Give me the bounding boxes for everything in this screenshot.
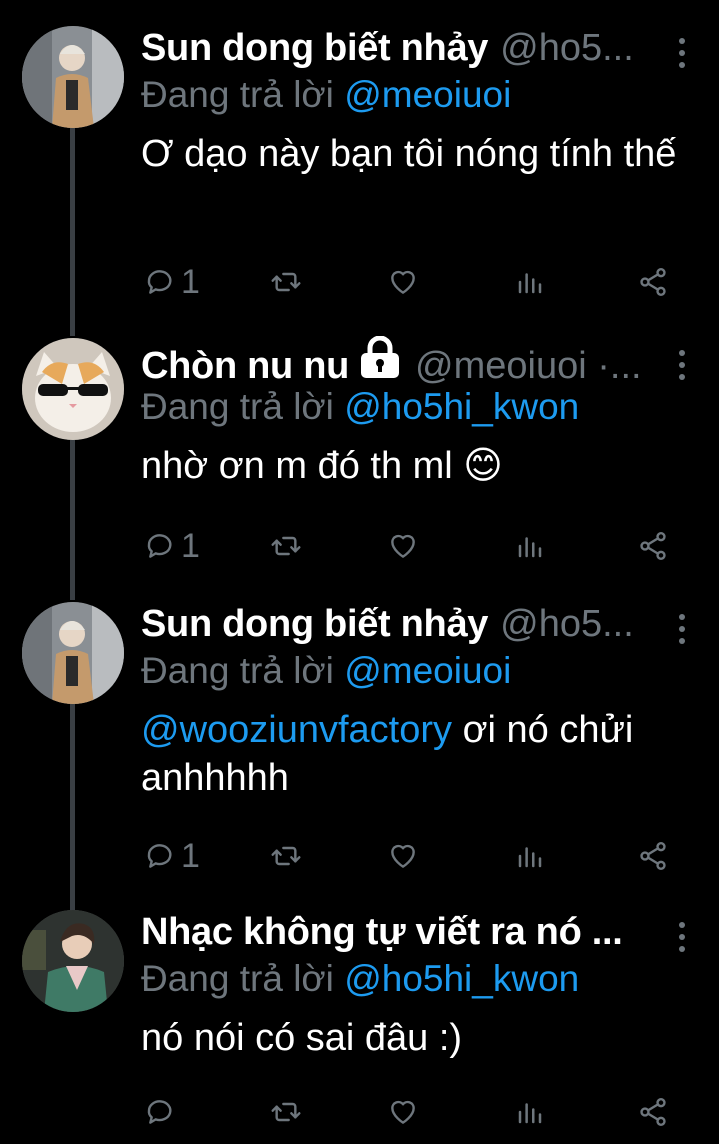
reply-mention-link[interactable]: @ho5hi_kwon xyxy=(344,386,579,427)
tweet-text: nó nói có sai đâu :) xyxy=(141,1014,719,1062)
like-icon xyxy=(391,844,415,868)
user-handle[interactable]: @meoiuoi ·... xyxy=(415,342,642,390)
tweet-text: nhờ ơn m đó th ml 😊 xyxy=(141,442,719,490)
lock-icon xyxy=(357,335,403,390)
replying-to: Đang trả lời @ho5hi_kwon xyxy=(141,384,719,430)
reply-thread: Sun dong biết nhảy @ho5... Đang trả lời … xyxy=(0,0,719,1144)
user-handle[interactable]: @ho5... xyxy=(500,600,634,648)
more-icon[interactable] xyxy=(675,38,689,68)
views-icon xyxy=(518,537,542,558)
reply-mention-link[interactable]: @meoiuoi xyxy=(344,650,511,691)
views-icon xyxy=(518,1103,542,1124)
tweet-text: @wooziunvfactory ơi nó chửi anhhhhh xyxy=(141,706,719,802)
display-name[interactable]: Nhạc không tự viết ra nó ... xyxy=(141,908,623,956)
tweet-header: Sun dong biết nhảy @ho5... xyxy=(141,24,719,72)
tweet[interactable]: Nhạc không tự viết ra nó ... Đang trả lờ… xyxy=(0,904,719,1144)
tweet-header: Sun dong biết nhảy @ho5... xyxy=(141,600,719,648)
reply-button[interactable] xyxy=(145,1092,181,1132)
like-button[interactable] xyxy=(387,836,419,876)
share-button[interactable] xyxy=(637,526,669,566)
tweet[interactable]: Sun dong biết nhảy @ho5... Đang trả lời … xyxy=(0,594,719,904)
share-button[interactable] xyxy=(637,262,669,302)
retweet-icon xyxy=(271,272,301,292)
views-icon xyxy=(518,847,542,868)
tweet[interactable]: Chòn nu nu @meoiuoi ·... Đang trả lời @h… xyxy=(0,330,719,594)
like-button[interactable] xyxy=(387,1092,419,1132)
reply-prefix: Đang trả lời xyxy=(141,386,334,427)
retweet-button[interactable] xyxy=(269,836,303,876)
share-button[interactable] xyxy=(637,836,669,876)
reply-prefix: Đang trả lời xyxy=(141,74,334,115)
share-icon xyxy=(640,532,666,560)
views-button[interactable] xyxy=(515,526,545,566)
replying-to: Đang trả lời @ho5hi_kwon xyxy=(141,956,719,1002)
action-bar: 1 xyxy=(141,836,689,876)
retweet-icon xyxy=(271,1102,301,1122)
reply-icon xyxy=(147,844,172,868)
display-name[interactable]: Sun dong biết nhảy xyxy=(141,600,488,648)
share-button[interactable] xyxy=(637,1092,669,1132)
avatar[interactable] xyxy=(22,26,124,128)
reply-button[interactable]: 1 xyxy=(145,836,200,876)
avatar[interactable] xyxy=(22,338,124,440)
tweet-header: Chòn nu nu @meoiuoi ·... xyxy=(141,335,719,387)
replying-to: Đang trả lời @meoiuoi xyxy=(141,648,719,694)
replying-to: Đang trả lời @meoiuoi xyxy=(141,72,719,118)
like-button[interactable] xyxy=(387,262,419,302)
reply-count: 1 xyxy=(181,837,200,875)
reply-button[interactable]: 1 xyxy=(145,262,200,302)
like-icon xyxy=(391,270,415,294)
action-bar xyxy=(141,1092,689,1132)
retweet-icon xyxy=(271,536,301,556)
views-button[interactable] xyxy=(515,1092,545,1132)
user-handle[interactable]: @ho5... xyxy=(500,24,634,72)
share-icon xyxy=(640,268,666,296)
retweet-icon xyxy=(271,846,301,866)
retweet-button[interactable] xyxy=(269,262,303,302)
tweet-text-content: nó nói có sai đâu :) xyxy=(141,1017,463,1059)
like-icon xyxy=(391,1100,415,1124)
reply-prefix: Đang trả lời xyxy=(141,650,334,691)
retweet-button[interactable] xyxy=(269,1092,303,1132)
share-icon xyxy=(640,842,666,870)
display-name[interactable]: Sun dong biết nhảy xyxy=(141,24,488,72)
reply-mention-link[interactable]: @meoiuoi xyxy=(344,74,511,115)
views-button[interactable] xyxy=(515,836,545,876)
reply-button[interactable]: 1 xyxy=(145,526,200,566)
action-bar: 1 xyxy=(141,262,689,302)
more-icon[interactable] xyxy=(675,350,689,380)
share-icon xyxy=(640,1098,666,1126)
reply-icon xyxy=(147,534,172,558)
views-button[interactable] xyxy=(515,262,545,302)
tweet-text-content: nhờ ơn m đó th ml 😊 xyxy=(141,445,503,487)
tweet-mention-link[interactable]: @wooziunvfactory xyxy=(141,709,452,751)
retweet-button[interactable] xyxy=(269,526,303,566)
reply-count: 1 xyxy=(181,263,200,301)
action-bar: 1 xyxy=(141,526,689,566)
reply-prefix: Đang trả lời xyxy=(141,958,334,999)
tweet-text-content: Ơ dạo này bạn tôi nóng tính thế xyxy=(141,133,677,175)
like-button[interactable] xyxy=(387,526,419,566)
display-name[interactable]: Chòn nu nu xyxy=(141,342,349,390)
reply-mention-link[interactable]: @ho5hi_kwon xyxy=(344,958,579,999)
tweet-header: Nhạc không tự viết ra nó ... xyxy=(141,908,719,956)
avatar[interactable] xyxy=(22,910,124,1012)
like-icon xyxy=(391,534,415,558)
reply-icon xyxy=(147,270,172,294)
more-icon[interactable] xyxy=(675,922,689,952)
tweet-text: Ơ dạo này bạn tôi nóng tính thế xyxy=(141,130,719,178)
avatar[interactable] xyxy=(22,602,124,704)
tweet[interactable]: Sun dong biết nhảy @ho5... Đang trả lời … xyxy=(0,0,719,330)
more-icon[interactable] xyxy=(675,614,689,644)
reply-count: 1 xyxy=(181,527,200,565)
views-icon xyxy=(518,273,542,294)
reply-icon xyxy=(147,1100,172,1124)
